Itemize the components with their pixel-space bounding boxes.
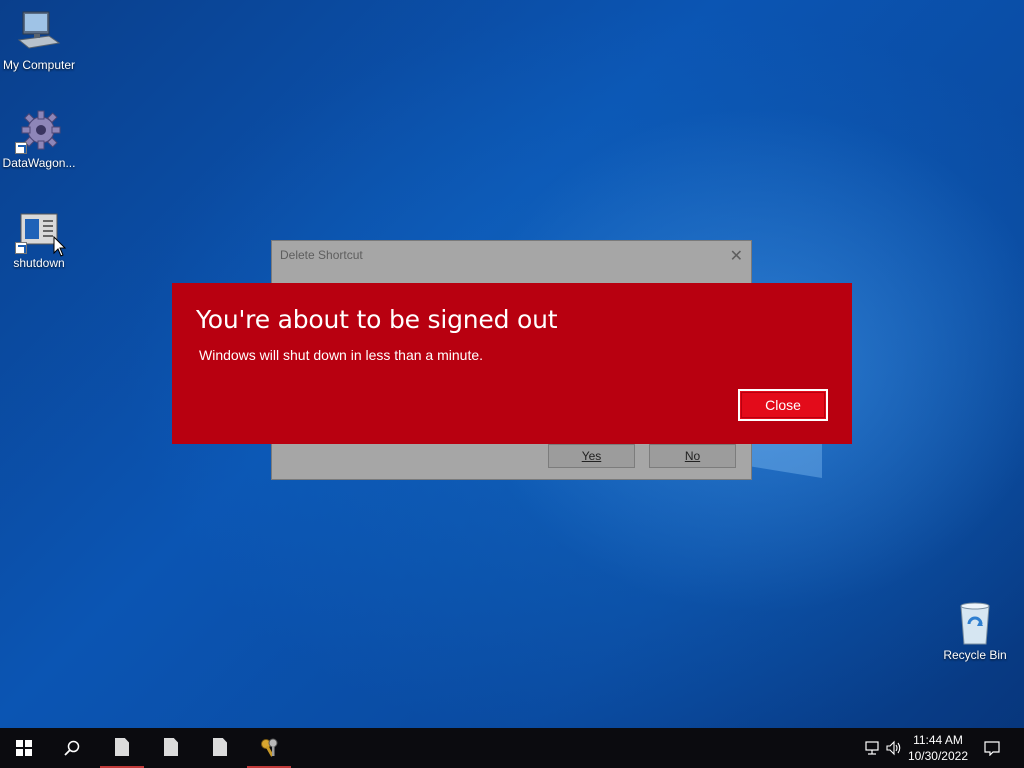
keys-icon <box>261 738 278 757</box>
file-icon <box>213 738 227 756</box>
clock-date: 10/30/2022 <box>907 749 968 763</box>
file-icon <box>164 738 178 756</box>
clock[interactable]: 11:44 AM 10/30/2022 <box>908 732 968 764</box>
signout-banner: You're about to be signed out Windows wi… <box>172 283 852 444</box>
clock-time: 11:44 AM <box>913 733 963 747</box>
computer-icon <box>15 10 63 56</box>
file-icon <box>115 738 129 756</box>
shortcut-arrow-icon <box>15 142 27 154</box>
search-icon <box>64 740 80 756</box>
desktop-icon-label: DataWagon... <box>2 156 76 170</box>
taskbar-item-file-3[interactable] <box>196 728 244 768</box>
taskbar-item-file-2[interactable] <box>147 728 195 768</box>
mouse-cursor-icon <box>53 236 67 257</box>
banner-title: You're about to be signed out <box>196 305 558 334</box>
desktop-icon-my-computer[interactable]: My Computer <box>0 10 78 72</box>
desktop-icon-recycle-bin[interactable]: Recycle Bin <box>936 600 1014 662</box>
desktop-icon-label: shutdown <box>13 256 65 270</box>
yes-button[interactable]: Yes <box>548 444 635 468</box>
desktop-icon-label: My Computer <box>2 58 76 72</box>
gear-icon <box>15 108 63 154</box>
windows-start-icon <box>16 740 32 756</box>
start-button[interactable] <box>0 728 48 768</box>
taskbar-item-file-1[interactable] <box>98 728 146 768</box>
taskbar-item-keys[interactable] <box>245 728 293 768</box>
desktop-icon-datawagon[interactable]: DataWagon... <box>0 108 78 170</box>
desktop-light-shard <box>752 440 822 478</box>
taskbar: 11:44 AM 10/30/2022 <box>0 728 1024 768</box>
recycle-bin-icon <box>951 600 999 646</box>
shortcut-arrow-icon <box>15 242 27 254</box>
dialog-title: Delete Shortcut <box>280 248 363 262</box>
notifications-icon[interactable] <box>984 740 1000 756</box>
banner-message: Windows will shut down in less than a mi… <box>199 347 484 363</box>
search-button[interactable] <box>48 728 96 768</box>
close-button[interactable]: Close <box>738 389 828 421</box>
no-button[interactable]: No <box>649 444 736 468</box>
volume-icon[interactable] <box>886 740 902 756</box>
close-icon[interactable]: ✕ <box>730 246 743 265</box>
network-icon[interactable] <box>864 740 880 756</box>
desktop-icon-label: Recycle Bin <box>943 648 1007 662</box>
